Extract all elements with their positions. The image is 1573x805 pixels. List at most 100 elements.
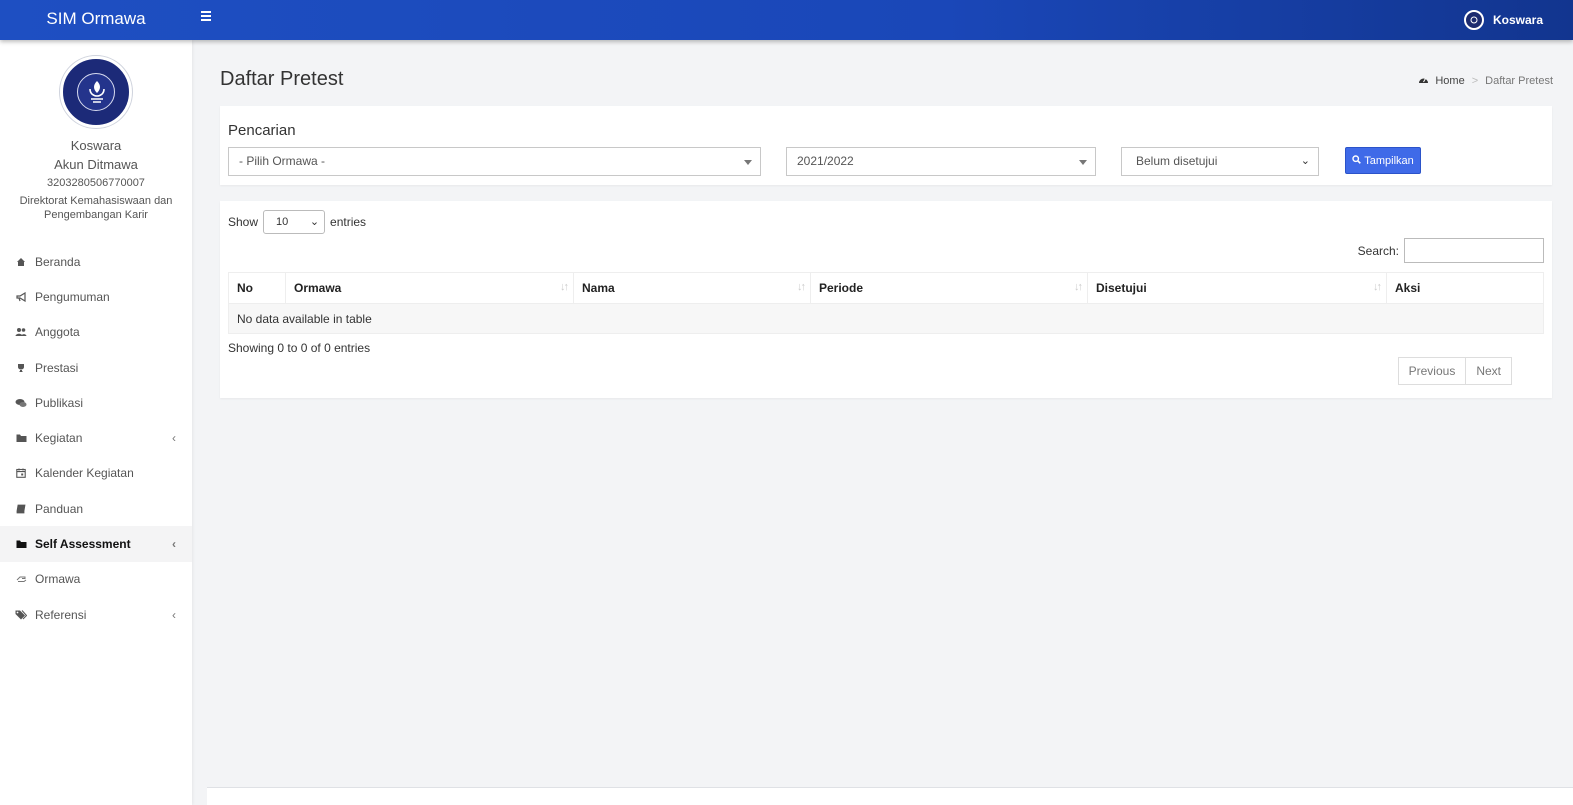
hand-icon — [15, 573, 27, 585]
column-label: No — [237, 281, 253, 295]
sidebar-item-label: Pengumuman — [35, 289, 110, 304]
column-label: Ormawa — [294, 281, 342, 295]
sidebar-item-prestasi[interactable]: Prestasi — [0, 350, 192, 385]
sidebar-item-ormawa[interactable]: Ormawa — [0, 562, 192, 597]
sidebar-menu: Beranda Pengumuman Anggota Prestasi Publ… — [0, 244, 192, 632]
sort-icon: ↓↑ — [560, 281, 569, 293]
home-icon — [15, 256, 27, 268]
period-select[interactable]: 2021/2022 — [786, 147, 1096, 176]
main-content: Daftar Pretest Home > Daftar Pretest Pen… — [207, 40, 1573, 788]
chevron-down-icon: ⌄ — [309, 216, 320, 228]
column-header-periode[interactable]: Periode ↓↑ — [810, 272, 1088, 304]
chevron-left-icon: ‹ — [172, 537, 176, 552]
sidebar-item-panduan[interactable]: Panduan — [0, 491, 192, 526]
empty-table-message: No data available in table — [228, 303, 1544, 334]
show-label: Show — [228, 215, 259, 229]
page-length-control: Show 10 ⌄ entries — [228, 210, 366, 234]
book-icon — [15, 503, 27, 515]
column-label: Periode — [819, 281, 864, 295]
ormawa-select-value: - Pilih Ormawa - — [239, 154, 326, 168]
column-header-no[interactable]: No — [228, 272, 286, 304]
breadcrumb-separator: > — [1471, 75, 1479, 87]
sidebar: Koswara Akun Ditmawa 3203280506770007 Di… — [0, 40, 192, 805]
profile-role: Akun Ditmawa — [54, 157, 138, 172]
sidebar-item-pengumuman[interactable]: Pengumuman — [0, 279, 192, 314]
table-row: No data available in table — [228, 303, 1544, 334]
footer — [207, 788, 1573, 805]
column-label: Aksi — [1395, 281, 1421, 295]
top-navbar: SIM Ormawa Koswara — [0, 0, 1573, 40]
table-info: Showing 0 to 0 of 0 entries — [228, 341, 371, 355]
megaphone-icon — [15, 291, 27, 303]
sidebar-item-label: Ormawa — [35, 572, 81, 587]
page-length-select[interactable]: 10 ⌄ — [263, 210, 326, 234]
search-title: Pencarian — [228, 122, 296, 139]
user-avatar — [1463, 10, 1484, 30]
column-label: Nama — [582, 281, 615, 295]
sidebar-item-label: Panduan — [35, 501, 84, 516]
column-label: Disetujui — [1096, 281, 1147, 295]
sidebar-item-label: Self Assessment — [35, 537, 131, 552]
sidebar-item-kegiatan[interactable]: Kegiatan ‹ — [0, 420, 192, 455]
search-input[interactable] — [1404, 238, 1544, 263]
profile-unit: Direktorat Kemahasiswaan dan Pengembanga… — [19, 195, 173, 221]
sort-icon: ↓↑ — [797, 281, 806, 293]
column-header-ormawa[interactable]: Ormawa ↓↑ — [285, 272, 574, 304]
comments-icon — [15, 397, 27, 409]
table-header-row: No Ormawa ↓↑ Nama ↓↑ Periode ↓↑ Disetujui ↓↑… — [228, 272, 1544, 304]
sidebar-item-referensi[interactable]: Referensi ‹ — [0, 597, 192, 632]
sidebar-item-label: Publikasi — [35, 395, 84, 410]
show-button-label: Tampilkan — [1364, 154, 1414, 167]
breadcrumb-home-label: Home — [1435, 75, 1465, 87]
ormawa-select[interactable]: - Pilih Ormawa - — [228, 147, 761, 176]
column-header-nama[interactable]: Nama ↓↑ — [573, 272, 811, 304]
status-select-value: Belum disetujui — [1136, 154, 1218, 168]
table-search: Search: — [1358, 238, 1544, 263]
breadcrumb-current: Daftar Pretest — [1485, 75, 1553, 87]
app-title[interactable]: SIM Ormawa — [0, 0, 192, 40]
column-header-aksi: Aksi — [1386, 272, 1544, 304]
page-title: Daftar Pretest — [220, 68, 344, 90]
search-label: Search: — [1357, 243, 1399, 258]
sidebar-item-label: Referensi — [35, 607, 87, 622]
show-button[interactable]: Tampilkan — [1345, 147, 1421, 174]
profile-panel: Koswara Akun Ditmawa 3203280506770007 Di… — [0, 40, 192, 222]
user-menu[interactable]: Koswara — [1463, 9, 1543, 31]
sort-icon: ↓↑ — [1373, 281, 1382, 293]
breadcrumb: Home > Daftar Pretest — [1418, 75, 1553, 87]
sidebar-item-label: Beranda — [35, 254, 81, 269]
folder-icon — [15, 432, 27, 444]
dashboard-icon — [1418, 75, 1429, 87]
page-length-value: 10 — [276, 216, 289, 228]
trophy-icon — [15, 362, 27, 374]
tags-icon — [15, 609, 27, 621]
sidebar-item-self-assessment[interactable]: Self Assessment ‹ — [0, 526, 192, 562]
status-select[interactable]: Belum disetujui ⌄ — [1121, 147, 1319, 176]
users-icon — [15, 326, 27, 338]
user-name: Koswara — [1492, 13, 1543, 27]
pagination: Previous Next — [1397, 357, 1512, 385]
chevron-left-icon: ‹ — [172, 607, 176, 622]
table-panel: Show 10 ⌄ entries Search: No Ormawa ↓↑ Na… — [220, 201, 1552, 398]
sidebar-item-label: Anggota — [35, 325, 80, 340]
chevron-down-icon: ⌄ — [1300, 155, 1310, 167]
sidebar-item-anggota[interactable]: Anggota — [0, 315, 192, 350]
entries-label: entries — [330, 215, 367, 229]
chevron-left-icon: ‹ — [172, 431, 176, 446]
sidebar-item-publikasi[interactable]: Publikasi — [0, 385, 192, 420]
university-logo — [60, 56, 132, 128]
sidebar-item-kalender-kegiatan[interactable]: Kalender Kegiatan — [0, 456, 192, 491]
column-header-disetujui[interactable]: Disetujui ↓↑ — [1087, 272, 1387, 304]
next-page-button[interactable]: Next — [1466, 357, 1512, 385]
sidebar-item-beranda[interactable]: Beranda — [0, 244, 192, 279]
menu-toggle-icon[interactable] — [201, 11, 215, 25]
sidebar-item-label: Kegiatan — [35, 431, 83, 446]
previous-page-button[interactable]: Previous — [1397, 357, 1467, 385]
breadcrumb-home[interactable]: Home — [1418, 75, 1465, 87]
caret-down-icon — [1079, 160, 1087, 165]
pretest-table: No Ormawa ↓↑ Nama ↓↑ Periode ↓↑ Disetujui ↓↑… — [228, 272, 1544, 334]
search-panel: Pencarian - Pilih Ormawa - 2021/2022 Bel… — [220, 106, 1552, 185]
search-icon — [1352, 154, 1362, 167]
profile-name: Koswara — [70, 138, 122, 153]
sort-icon: ↓↑ — [1074, 281, 1083, 293]
